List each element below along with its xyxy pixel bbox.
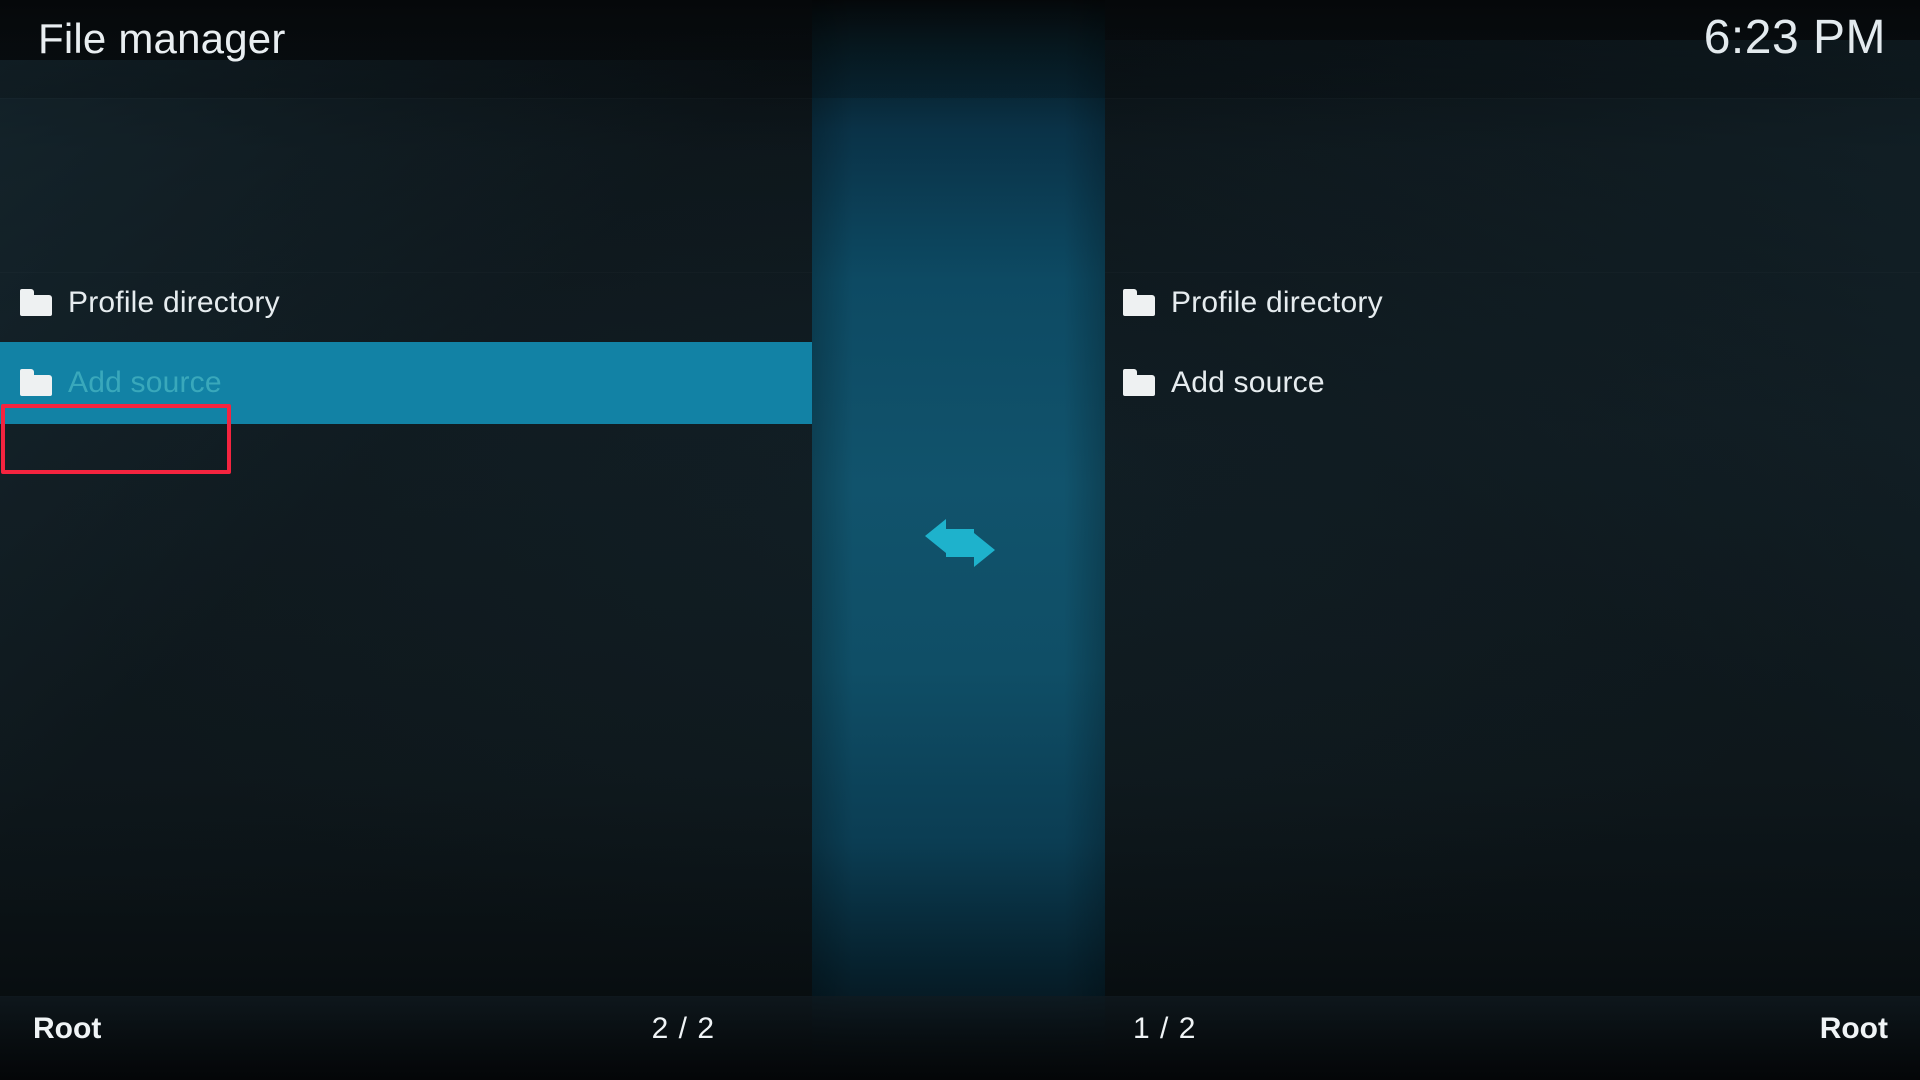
- folder-icon: [20, 369, 54, 396]
- right-list-item-profile-directory[interactable]: Profile directory: [1105, 262, 1920, 344]
- left-list-item-add-source[interactable]: Add source: [0, 342, 812, 424]
- right-list-item-label: Profile directory: [1171, 286, 1383, 319]
- left-list-item-label: Profile directory: [68, 286, 280, 319]
- status-bar: Root 2 / 2 1 / 2 Root: [0, 996, 1920, 1080]
- folder-icon: [20, 289, 54, 316]
- folder-icon: [1123, 369, 1157, 396]
- title-bar: File manager 6:23 PM: [0, 0, 1920, 98]
- clock: 6:23 PM: [1703, 11, 1886, 64]
- page-title: File manager: [38, 15, 286, 62]
- right-pane-path: Root: [1819, 1012, 1888, 1045]
- left-pane-path: Root: [33, 1012, 102, 1045]
- swap-arrows-icon[interactable]: [924, 514, 996, 572]
- right-pane-page-indicator: 1 / 2: [1133, 1012, 1197, 1045]
- right-list-item-add-source[interactable]: Add source: [1105, 342, 1920, 424]
- left-list-item-label: Add source: [68, 366, 222, 399]
- right-file-pane: Profile directory Add source: [1105, 98, 1920, 998]
- folder-icon: [1123, 289, 1157, 316]
- left-file-pane: Profile directory Add source: [0, 98, 812, 998]
- file-manager-window: File manager 6:23 PM Profile directory A…: [0, 0, 1920, 1080]
- right-list-item-label: Add source: [1171, 366, 1325, 399]
- left-pane-page-indicator: 2 / 2: [651, 1012, 715, 1045]
- left-list-item-profile-directory[interactable]: Profile directory: [0, 262, 812, 344]
